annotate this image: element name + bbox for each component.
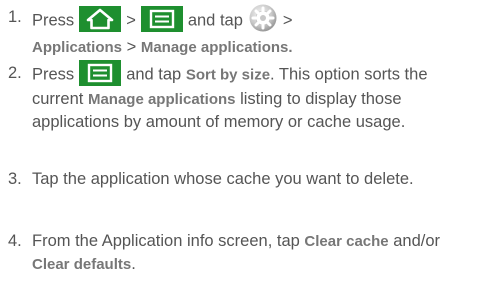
- step-body: Tap the application whose cache you want…: [32, 170, 414, 188]
- step-number: 4.: [8, 232, 22, 250]
- step-text: and tap: [126, 65, 182, 84]
- menu-path-manage-applications: Manage applications.: [140, 39, 293, 56]
- menu-icon: [140, 6, 183, 32]
- step-number: 3.: [8, 170, 22, 188]
- clear-defaults-label: Clear defaults: [32, 256, 132, 273]
- separator: >: [126, 11, 136, 30]
- home-icon: [79, 6, 122, 32]
- separator: >: [126, 38, 137, 56]
- separator: >: [282, 11, 293, 30]
- step-body: Press > and tap > Applications > Manage app…: [32, 3, 482, 59]
- step-body: From the Application info screen, tap Cl…: [32, 230, 482, 276]
- menu-path-applications: Applications: [32, 39, 123, 56]
- menu-icon: [79, 60, 122, 86]
- step-number: 2.: [8, 64, 22, 82]
- step-text: From the Application info screen, tap: [32, 232, 300, 250]
- step-number: 1.: [8, 8, 22, 26]
- settings-icon: [248, 3, 278, 33]
- manage-applications-label: Manage applications: [87, 91, 236, 108]
- step-text: and tap: [187, 11, 243, 30]
- clear-cache-label: Clear cache: [304, 233, 389, 250]
- step-text: .: [131, 255, 136, 273]
- step-text: and/or: [393, 232, 441, 250]
- step-text: Press: [32, 11, 75, 30]
- sort-by-size-label: Sort by size: [185, 66, 271, 84]
- step-text: Press: [32, 65, 75, 84]
- step-body: Press and tap Sort by size. This option s…: [32, 60, 482, 133]
